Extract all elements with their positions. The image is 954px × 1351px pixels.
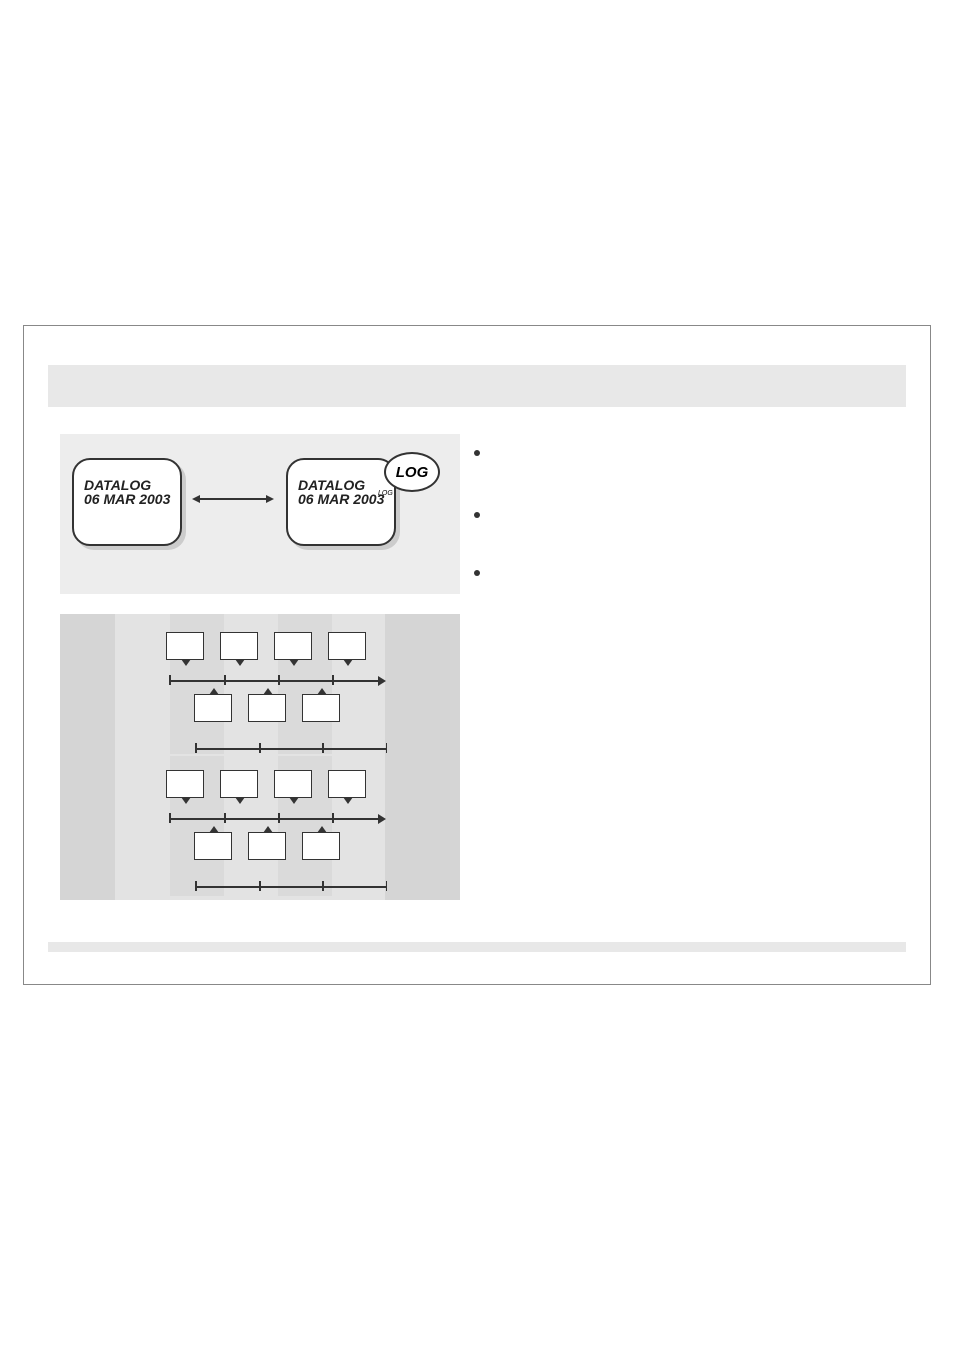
callout-box: [166, 632, 204, 660]
callout-box: [248, 832, 286, 860]
device-screen-right: DATALOG 06 MAR 2003: [286, 458, 396, 546]
log-small-label: LOG: [378, 490, 393, 497]
bullet-icon: [474, 512, 480, 518]
callout-box: [220, 632, 258, 660]
callout-box: [220, 770, 258, 798]
callout-box: [302, 832, 340, 860]
callout-box: [248, 694, 286, 722]
callout-box: [328, 632, 366, 660]
section-header-bar: [48, 365, 906, 407]
bullet-icon: [474, 450, 480, 456]
screen-text: DATALOG 06 MAR 2003: [84, 478, 170, 506]
timeline-axis: [196, 748, 386, 750]
callout-box: [274, 632, 312, 660]
double-arrow-icon: [198, 498, 268, 500]
device-screen-left: DATALOG 06 MAR 2003: [72, 458, 182, 546]
screen-text: DATALOG 06 MAR 2003: [298, 478, 384, 506]
bullet-icon: [474, 570, 480, 576]
callout-box: [328, 770, 366, 798]
callout-box: [166, 770, 204, 798]
timeline-axis: [170, 680, 380, 682]
callout-box: [302, 694, 340, 722]
timeline-axis: [170, 818, 380, 820]
separator-bar: [48, 942, 906, 952]
timeline-axis: [196, 886, 386, 888]
callout-box: [274, 770, 312, 798]
log-bubble-text: LOG: [396, 464, 429, 481]
log-callout-bubble: LOG: [384, 452, 440, 492]
callout-box: [194, 694, 232, 722]
callout-box: [194, 832, 232, 860]
